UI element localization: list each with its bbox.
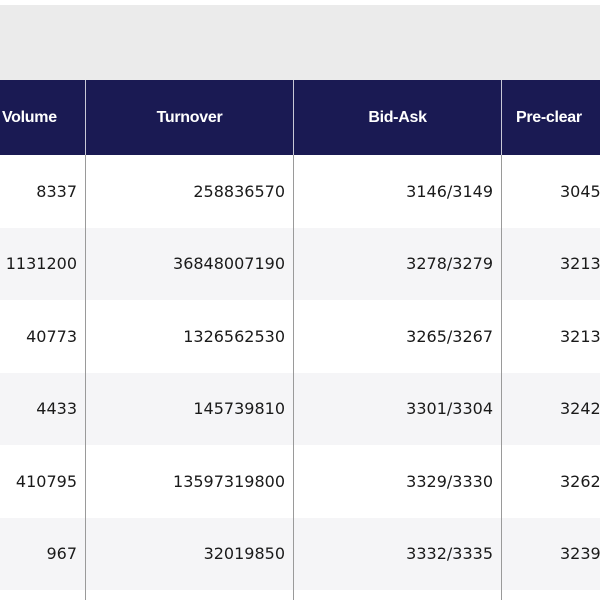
table-cell-bid-ask: 3329/3330 [294,445,502,518]
table-cell-bid-ask: 3332/3335 [294,517,502,590]
table-cell-turnover: 32019850 [86,517,294,590]
column-header-volume[interactable]: Volume [0,80,86,155]
table-cell-volume: 1131200 [0,227,86,300]
table-cell-pre-clear: 3262 [502,445,600,518]
table-row-partial [0,590,86,600]
table-cell-turnover: 36848007190 [86,227,294,300]
table-cell-volume: 967 [0,517,86,590]
market-data-page: Volume Turnover Bid-Ask Pre-clear 8337 2… [0,0,600,600]
top-strip [0,0,600,5]
table-cell-pre-clear: 3239 [502,517,600,590]
quotes-table: Volume Turnover Bid-Ask Pre-clear 8337 2… [0,80,600,600]
table-cell-turnover: 258836570 [86,155,294,228]
table-row-partial [502,590,600,600]
table-cell-pre-clear: 3213 [502,300,600,373]
table-cell-volume: 410795 [0,445,86,518]
table-cell-volume: 40773 [0,300,86,373]
table-cell-bid-ask: 3146/3149 [294,155,502,228]
table-cell-bid-ask: 3301/3304 [294,372,502,445]
table-cell-pre-clear: 3242 [502,372,600,445]
column-header-pre-clear[interactable]: Pre-clear [502,80,600,155]
column-header-turnover[interactable]: Turnover [86,80,294,155]
table-cell-bid-ask: 3265/3267 [294,300,502,373]
column-header-bid-ask[interactable]: Bid-Ask [294,80,502,155]
table-cell-turnover: 145739810 [86,372,294,445]
table-cell-pre-clear: 3045 [502,155,600,228]
table-cell-turnover: 13597319800 [86,445,294,518]
table-cell-volume: 4433 [0,372,86,445]
table-row-partial [86,590,294,600]
table-cell-pre-clear: 3213 [502,227,600,300]
table-cell-turnover: 1326562530 [86,300,294,373]
top-toolbar-area [0,0,600,80]
table-cell-bid-ask: 3278/3279 [294,227,502,300]
table-row-partial [294,590,502,600]
table-cell-volume: 8337 [0,155,86,228]
